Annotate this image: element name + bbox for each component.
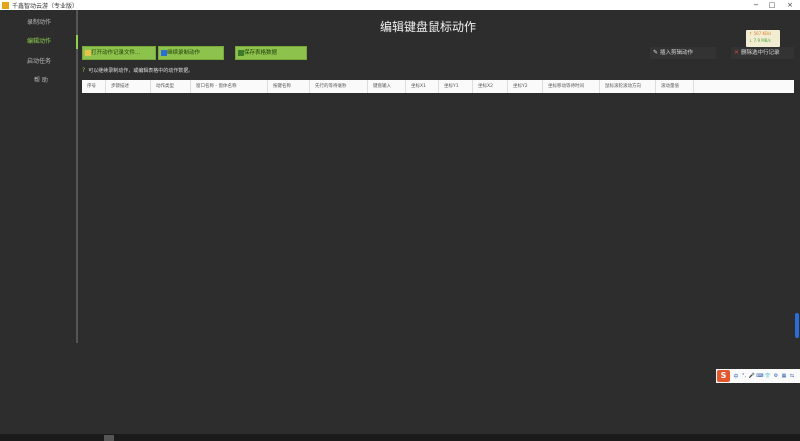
col-header[interactable]: 动作类型: [151, 80, 191, 93]
sidebar-item-record[interactable]: 录制动作: [0, 16, 76, 30]
col-header[interactable]: 滚动量值: [656, 80, 694, 93]
table-header: 序号 步骤描述 动作类型 窗口名称 - 窗体名称 按键名称 先行的等待毫秒 键盘…: [82, 80, 794, 93]
taskbar-app-icon[interactable]: [104, 435, 114, 441]
scrollbar-thumb[interactable]: [795, 313, 799, 338]
hint-text: ? 可以继续录制动作，或编辑表格中的动作数据。: [82, 67, 193, 74]
tools-icon[interactable]: ⚙: [772, 373, 780, 379]
sidebar-item-edit[interactable]: 编辑动作: [0, 35, 76, 49]
col-header[interactable]: 步骤描述: [106, 80, 151, 93]
delete-rows-label: 删除选中行记录: [741, 50, 780, 56]
title-bar: 千鑫智动云游（专业版） − □ ×: [0, 0, 800, 10]
upload-speed: ↑ 567 KB/s: [749, 31, 772, 36]
skin-icon[interactable]: 👕: [764, 373, 772, 379]
arrow-icon[interactable]: ⇆: [788, 373, 796, 379]
save-icon: [238, 50, 244, 56]
minimize-button[interactable]: −: [748, 0, 764, 10]
insert-action-label: 插入剪辑动作: [660, 50, 694, 56]
col-header[interactable]: 坐标移动等待时间: [543, 80, 600, 93]
delete-icon: ✕: [734, 49, 740, 56]
hint-label: 可以继续录制动作，或编辑表格中的动作数据。: [88, 68, 194, 74]
download-speed: ↓ 7.9 MB/s: [749, 38, 771, 43]
ime-toolbar: S 中 °, 🎤 ⌨ 👕 ⚙ ▦ ⇆: [716, 369, 800, 383]
col-header[interactable]: 坐标Y1: [439, 80, 473, 93]
page-title: 编辑键盘鼠标动作: [380, 20, 477, 34]
col-header[interactable]: 窗口名称 - 窗体名称: [191, 80, 268, 93]
col-header[interactable]: 坐标Y2: [508, 80, 543, 93]
insert-action-button[interactable]: ✎ 插入剪辑动作: [650, 47, 716, 59]
folder-icon: [85, 50, 91, 56]
app-icon: [2, 1, 9, 9]
window-title: 千鑫智动云游（专业版）: [12, 2, 79, 10]
save-table-label: 保存表格数据: [244, 50, 278, 56]
col-header[interactable]: 先行的等待毫秒: [310, 80, 368, 93]
save-table-button[interactable]: 保存表格数据: [235, 46, 307, 60]
open-file-label: 打开动作记录文件...: [91, 50, 141, 56]
keyboard-icon[interactable]: ⌨: [756, 373, 764, 379]
close-button[interactable]: ×: [782, 0, 798, 10]
hint-icon: ?: [82, 67, 86, 74]
ime-lang-toggle[interactable]: 中: [732, 373, 740, 380]
col-header[interactable]: 坐标X2: [473, 80, 508, 93]
sidebar-item-start[interactable]: 启动任务: [0, 55, 76, 69]
delete-rows-button[interactable]: ✕ 删除选中行记录: [731, 47, 794, 59]
col-header[interactable]: 序号: [82, 80, 106, 93]
sidebar: 录制动作 编辑动作 启动任务 帮 助: [0, 10, 76, 343]
pen-icon: ✎: [653, 49, 659, 56]
continue-record-button[interactable]: 继续录制动作: [158, 46, 224, 60]
record-icon: [161, 50, 167, 56]
open-file-button[interactable]: 打开动作记录文件...: [82, 46, 156, 60]
netspeed-widget: ↑ 567 KB/s ↓ 7.9 MB/s: [746, 30, 780, 47]
col-header[interactable]: 按键名称: [268, 80, 310, 93]
sidebar-item-help[interactable]: 帮 助: [0, 74, 76, 88]
menu-grid-icon[interactable]: ▦: [780, 373, 788, 379]
taskbar: [0, 434, 800, 441]
col-header[interactable]: 鼠标滚轮滚动方向: [600, 80, 656, 93]
sogou-logo-icon[interactable]: S: [717, 370, 730, 382]
maximize-button[interactable]: □: [764, 0, 780, 10]
continue-record-label: 继续录制动作: [167, 50, 201, 56]
sidebar-divider: [76, 10, 78, 343]
microphone-icon[interactable]: 🎤: [748, 373, 756, 379]
punctuation-icon[interactable]: °,: [740, 373, 748, 379]
col-header[interactable]: 键盘输入: [368, 80, 406, 93]
active-indicator: [76, 35, 78, 49]
col-header[interactable]: 坐标X1: [406, 80, 439, 93]
